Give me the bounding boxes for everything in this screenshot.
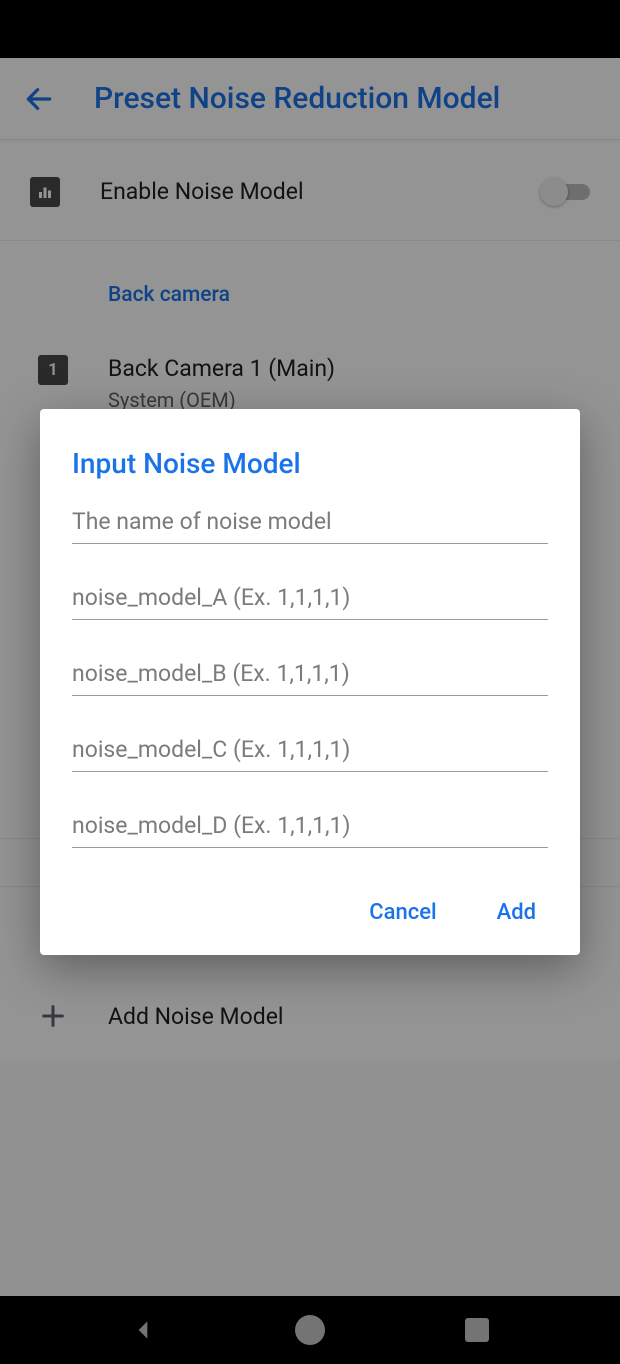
noise-model-b-input[interactable]	[72, 650, 548, 696]
noise-model-a-input[interactable]	[72, 574, 548, 620]
dialog-actions: Cancel Add	[72, 892, 548, 933]
screen-root: Preset Noise Reduction Model Enable Nois…	[0, 0, 620, 1364]
noise-model-name-input[interactable]	[72, 498, 548, 544]
noise-model-c-input[interactable]	[72, 726, 548, 772]
add-button[interactable]: Add	[493, 892, 540, 933]
input-noise-model-dialog: Input Noise Model Cancel Add	[40, 409, 580, 955]
dialog-title: Input Noise Model	[72, 447, 548, 480]
modal-scrim[interactable]: Input Noise Model Cancel Add	[0, 0, 620, 1364]
cancel-button[interactable]: Cancel	[365, 892, 440, 933]
noise-model-d-input[interactable]	[72, 802, 548, 848]
